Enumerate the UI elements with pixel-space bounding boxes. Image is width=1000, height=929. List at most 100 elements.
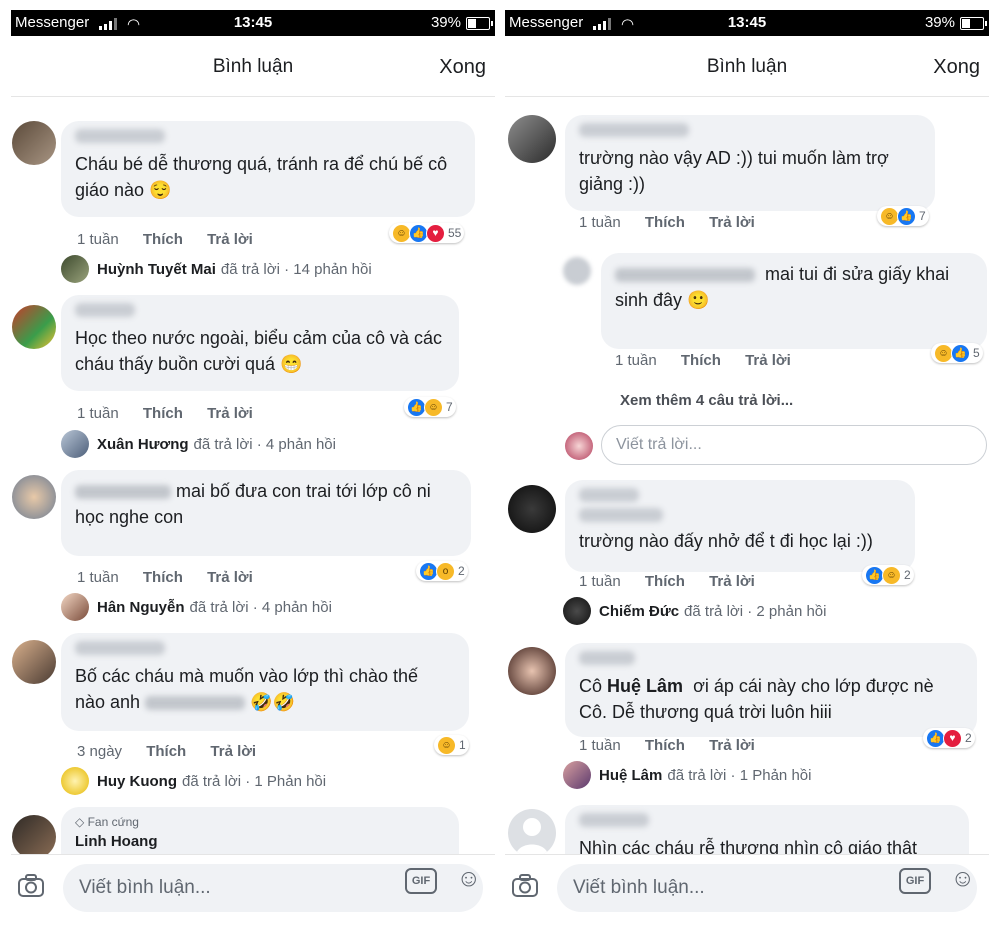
reply-summary[interactable]: Hân Nguyễn đã trả lời · 4 phản hồi xyxy=(61,593,332,621)
reaction-count: 7 xyxy=(446,400,453,414)
comment-bubble[interactable]: trường nào đấy nhở để t đi học lại :)) xyxy=(565,480,915,572)
gif-button[interactable]: GIF xyxy=(899,868,931,894)
emoji-icon[interactable]: ☺ xyxy=(456,865,481,893)
comment-bubble[interactable]: Nhìn các cháu rễ thương nhìn cô giáo thậ… xyxy=(565,805,969,854)
comment-line-1: Bố các cháu mà muốn vào lớp thì chào thế xyxy=(75,666,419,686)
commenter-name[interactable] xyxy=(579,123,689,137)
reply-button[interactable]: Trả lời xyxy=(745,352,791,369)
avatar[interactable] xyxy=(508,809,556,854)
like-button[interactable]: Thích xyxy=(645,737,685,754)
like-button[interactable]: Thích xyxy=(645,214,685,231)
dot-separator: · xyxy=(726,766,740,784)
reply-button[interactable]: Trả lời xyxy=(207,405,253,422)
reply-line-2: sinh đây 🙂 xyxy=(615,290,710,310)
reply-summary[interactable]: Xuân Hương đã trả lời · 4 phản hồi xyxy=(61,430,336,458)
like-button[interactable]: Thích xyxy=(146,743,186,760)
commenter-name[interactable] xyxy=(579,651,635,665)
like-button[interactable]: Thích xyxy=(143,405,183,422)
mention-name[interactable]: Huệ Lâm xyxy=(607,676,683,696)
avatar[interactable] xyxy=(12,305,56,349)
status-time: 13:45 xyxy=(727,14,767,31)
camera-icon[interactable] xyxy=(510,871,540,901)
avatar[interactable] xyxy=(12,640,56,684)
avatar[interactable] xyxy=(508,485,556,533)
avatar[interactable] xyxy=(563,257,591,285)
reaction-summary[interactable]: ☺ 👍 7 xyxy=(877,206,929,226)
like-button[interactable]: Thích xyxy=(645,573,685,590)
commenter-name[interactable] xyxy=(75,485,171,500)
replier-name: Huỳnh Tuyết Mai xyxy=(97,260,216,278)
reaction-count: 5 xyxy=(973,346,980,360)
like-button[interactable]: Thích xyxy=(143,231,183,248)
reply-summary[interactable]: Huy Kuong đã trả lời · 1 Phản hồi xyxy=(61,767,326,795)
avatar[interactable] xyxy=(508,115,556,163)
reaction-summary[interactable]: ☺ 1 xyxy=(434,735,469,755)
reaction-summary[interactable]: 👍 ☺ 7 xyxy=(404,397,456,417)
like-icon: 👍 xyxy=(951,343,970,363)
reaction-summary[interactable]: 👍 o 2 xyxy=(416,561,468,581)
comment-line-2: nào anh 🤣🤣 xyxy=(75,692,295,712)
reply-button[interactable]: Trả lời xyxy=(207,569,253,586)
comment-meta: 1 tuần Thích Trả lời xyxy=(77,405,273,422)
like-button[interactable]: Thích xyxy=(143,569,183,586)
comment-meta: 1 tuần Thích Trả lời xyxy=(615,352,811,369)
comment-bubble[interactable]: ◇ Fan cứng Linh Hoang xyxy=(61,807,459,854)
reply-button[interactable]: Trả lời xyxy=(709,737,755,754)
gif-button[interactable]: GIF xyxy=(405,868,437,894)
status-bar: Messenger ◠ 13:45 39% xyxy=(11,10,495,36)
more-replies-link[interactable]: Xem thêm 4 câu trả lời... xyxy=(620,392,793,409)
done-button[interactable]: Xong xyxy=(439,56,486,79)
avatar xyxy=(61,255,89,283)
mention-name[interactable] xyxy=(145,696,246,711)
comment-bubble[interactable]: Bố các cháu mà muốn vào lớp thì chào thế… xyxy=(61,633,469,731)
reaction-count: 7 xyxy=(919,209,926,223)
reaction-summary[interactable]: ☺ 👍 ♥ 55 xyxy=(389,223,465,243)
reply-button[interactable]: Trả lời xyxy=(210,743,256,760)
like-icon: 👍 xyxy=(897,206,916,226)
comment-list[interactable]: trường nào vậy AD :)) tui muốn làm trợ g… xyxy=(505,97,989,854)
commenter-name[interactable] xyxy=(579,813,649,827)
avatar[interactable] xyxy=(12,475,56,519)
done-button[interactable]: Xong xyxy=(933,56,980,79)
comment-list[interactable]: Cháu bé dễ thương quá, tránh ra để chú b… xyxy=(11,97,495,854)
reply-summary[interactable]: Huỳnh Tuyết Mai đã trả lời · 14 phản hồi xyxy=(61,255,372,283)
comment-placeholder: Viết bình luận... xyxy=(79,877,211,898)
reaction-summary[interactable]: ☺ 👍 5 xyxy=(931,343,983,363)
emoji-icon[interactable]: ☺ xyxy=(950,865,975,893)
love-icon: ♥ xyxy=(943,728,962,748)
comment-text: trường nào đấy nhở để t đi học lại :)) xyxy=(579,531,873,551)
comment-meta: 1 tuần Thích Trả lời xyxy=(77,569,273,586)
comment-text: Học theo nước ngoài, biểu cảm của cô và … xyxy=(75,328,443,374)
avatar[interactable] xyxy=(12,815,56,854)
reply-input[interactable]: Viết trả lời... xyxy=(601,425,987,465)
like-button[interactable]: Thích xyxy=(681,352,721,369)
reaction-summary[interactable]: 👍 ♥ 2 xyxy=(923,728,975,748)
reply-button[interactable]: Trả lời xyxy=(709,214,755,231)
reply-button[interactable]: Trả lời xyxy=(709,573,755,590)
reply-bubble[interactable]: mai tui đi sửa giấy khai sinh đây 🙂 xyxy=(601,253,987,349)
dot-separator: · xyxy=(241,772,255,790)
replier-name[interactable] xyxy=(615,268,755,283)
comment-bubble[interactable]: mai bố đưa con trai tới lớp cô ni học ng… xyxy=(61,470,471,556)
commenter-name[interactable] xyxy=(579,488,639,502)
avatar[interactable] xyxy=(508,647,556,695)
haha-icon: ☺ xyxy=(437,735,456,755)
commenter-name[interactable]: Linh Hoang xyxy=(75,833,445,850)
commenter-name[interactable] xyxy=(75,129,165,143)
comment-bubble[interactable]: Cháu bé dễ thương quá, tránh ra để chú b… xyxy=(61,121,475,217)
comment-bubble[interactable]: Học theo nước ngoài, biểu cảm của cô và … xyxy=(61,295,459,391)
comment-text: Cô Huệ Lâm ơi áp cái này cho lớp được nè… xyxy=(579,676,934,722)
header: Bình luận Xong xyxy=(11,36,495,97)
page-title: Bình luận xyxy=(212,56,294,77)
commenter-name[interactable] xyxy=(75,303,135,317)
comment-bubble[interactable]: Cô Huệ Lâm ơi áp cái này cho lớp được nè… xyxy=(565,643,977,737)
camera-icon[interactable] xyxy=(16,871,46,901)
replier-name: Xuân Hương xyxy=(97,435,189,453)
reaction-summary[interactable]: 👍 ☺ 2 xyxy=(862,565,914,585)
reply-summary[interactable]: Huệ Lâm đã trả lời · 1 Phản hồi xyxy=(563,761,811,789)
reply-summary[interactable]: Chiếm Đức đã trả lời · 2 phản hồi xyxy=(563,597,827,625)
avatar[interactable] xyxy=(12,121,56,165)
reply-button[interactable]: Trả lời xyxy=(207,231,253,248)
commenter-name[interactable] xyxy=(75,641,165,655)
comment-bubble[interactable]: trường nào vậy AD :)) tui muốn làm trợ g… xyxy=(565,115,935,211)
